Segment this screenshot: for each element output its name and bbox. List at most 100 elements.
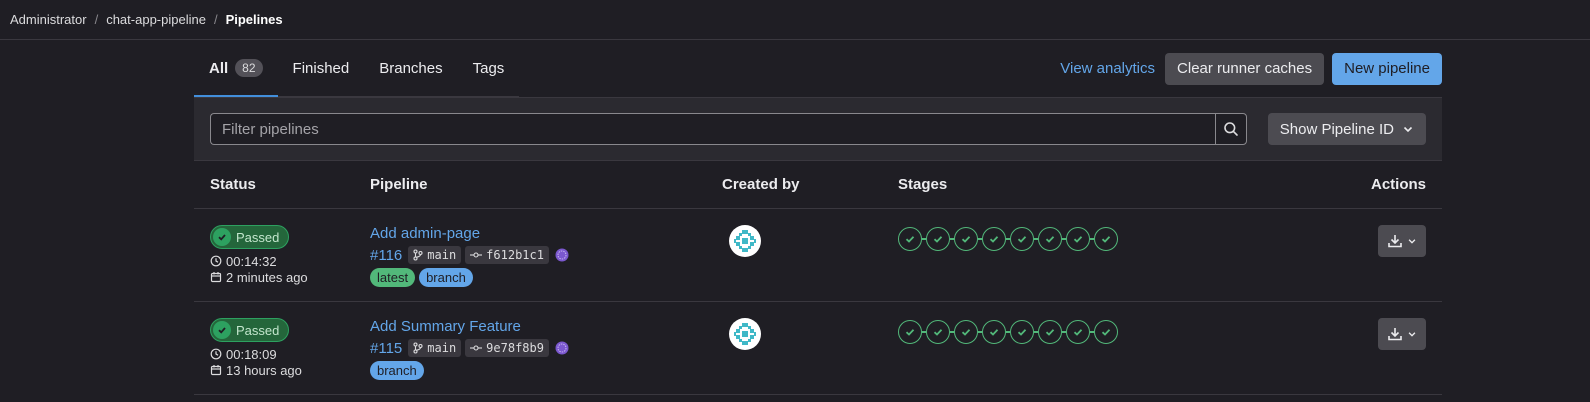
breadcrumb-item-current: Pipelines <box>225 12 283 27</box>
tab-finished[interactable]: Finished <box>278 40 365 96</box>
pipeline-cell: Add admin-page #116 main f612b1c1 latest… <box>370 209 722 301</box>
stage-passed-icon[interactable] <box>1038 320 1062 344</box>
breadcrumb-item-administrator[interactable]: Administrator <box>10 12 87 27</box>
filter-pipelines-input[interactable] <box>210 113 1215 145</box>
stage-passed-icon[interactable] <box>954 320 978 344</box>
column-header-actions: Actions <box>1370 176 1426 193</box>
branch-ref[interactable]: main <box>408 339 462 357</box>
stage-passed-icon[interactable] <box>1010 320 1034 344</box>
stages-cell <box>898 209 1442 301</box>
label-latest[interactable]: latest <box>370 268 416 287</box>
status-label: Passed <box>236 229 280 245</box>
pipeline-id-link[interactable]: #116 <box>370 247 402 264</box>
show-pipeline-id-dropdown[interactable]: Show Pipeline ID <box>1267 113 1426 145</box>
finished-time-value: 13 hours ago <box>226 362 302 378</box>
tab-all-count-badge: 82 <box>235 59 263 77</box>
check-icon <box>213 321 231 339</box>
stage-passed-icon[interactable] <box>1094 320 1118 344</box>
column-header-stages: Stages <box>898 176 948 193</box>
download-artifacts-dropdown[interactable] <box>1378 318 1426 350</box>
commit-ref[interactable]: 9e78f8b9 <box>465 339 549 357</box>
pipeline-title-link[interactable]: Add Summary Feature <box>370 318 722 336</box>
check-icon <box>213 228 231 246</box>
finished-time: 2 minutes ago <box>210 269 370 285</box>
stage-passed-icon[interactable] <box>898 320 922 344</box>
pipeline-meta: #116 main f612b1c1 <box>370 246 722 264</box>
commit-sha: f612b1c1 <box>486 248 544 262</box>
tab-branches[interactable]: Branches <box>364 40 457 96</box>
stage-passed-icon[interactable] <box>982 227 1006 251</box>
calendar-icon <box>210 272 222 283</box>
status-badge[interactable]: Passed <box>210 318 290 342</box>
column-header-status: Status <box>210 176 256 193</box>
pipeline-title-link[interactable]: Add admin-page <box>370 225 722 243</box>
filter-search <box>210 113 1247 145</box>
search-button[interactable] <box>1215 113 1247 145</box>
stage-passed-icon[interactable] <box>954 227 978 251</box>
tab-tags-label: Tags <box>472 59 505 77</box>
status-cell: Passed 00:14:32 2 minutes ago <box>194 209 370 301</box>
table-row: Passed 00:14:32 2 minutes ago Add admin-… <box>194 209 1442 302</box>
download-icon <box>1388 328 1402 341</box>
duration: 00:14:32 <box>210 253 370 269</box>
stage-passed-icon[interactable] <box>1038 227 1062 251</box>
created-by-cell <box>722 302 898 394</box>
tab-all[interactable]: All 82 <box>194 40 278 97</box>
pipeline-meta: #115 main 9e78f8b9 <box>370 339 722 357</box>
stage-passed-icon[interactable] <box>926 320 950 344</box>
stage-passed-icon[interactable] <box>982 320 1006 344</box>
stage-passed-icon[interactable] <box>926 227 950 251</box>
pipeline-tabs: All 82 Finished Branches Tags <box>194 40 520 97</box>
branch-name: main <box>427 248 457 262</box>
tabs-row: All 82 Finished Branches Tags View analy… <box>194 40 1442 97</box>
table-header: Status Pipeline Created by Stages Action… <box>194 161 1442 209</box>
duration-value: 00:14:32 <box>226 253 277 269</box>
download-artifacts-dropdown[interactable] <box>1378 225 1426 257</box>
pipelines-page: All 82 Finished Branches Tags View analy… <box>194 40 1442 395</box>
pipeline-labels: latest branch <box>370 268 722 287</box>
tab-tags[interactable]: Tags <box>458 40 520 96</box>
stage-passed-icon[interactable] <box>1066 227 1090 251</box>
new-pipeline-button[interactable]: New pipeline <box>1332 52 1442 85</box>
pipeline-cell: Add Summary Feature #115 main 9e78f8b9 b… <box>370 302 722 394</box>
filter-bar: Show Pipeline ID <box>194 97 1442 161</box>
avatar[interactable] <box>729 225 761 257</box>
user-identicon-icon <box>734 323 756 345</box>
finished-time: 13 hours ago <box>210 362 370 378</box>
status-badge[interactable]: Passed <box>210 225 290 249</box>
header-actions: View analytics Clear runner caches New p… <box>1060 52 1442 85</box>
chevron-down-icon <box>1403 126 1413 133</box>
download-icon <box>1388 235 1402 248</box>
label-branch[interactable]: branch <box>419 268 473 287</box>
branch-icon <box>413 342 423 354</box>
duration: 00:18:09 <box>210 346 370 362</box>
commit-ref[interactable]: f612b1c1 <box>465 246 549 264</box>
stages-cell <box>898 302 1442 394</box>
pipeline-id-link[interactable]: #115 <box>370 340 402 357</box>
commit-sha: 9e78f8b9 <box>486 341 544 355</box>
label-branch[interactable]: branch <box>370 361 424 380</box>
stage-passed-icon[interactable] <box>1066 320 1090 344</box>
commit-author-avatar[interactable] <box>555 341 569 355</box>
view-analytics-link[interactable]: View analytics <box>1060 60 1155 77</box>
branch-ref[interactable]: main <box>408 246 462 264</box>
pipeline-labels: branch <box>370 361 722 380</box>
clock-icon <box>210 348 222 360</box>
search-icon <box>1224 122 1238 136</box>
avatar[interactable] <box>729 318 761 350</box>
clock-icon <box>210 255 222 267</box>
duration-value: 00:18:09 <box>226 346 277 362</box>
commit-icon <box>470 252 483 258</box>
chevron-down-icon <box>1408 332 1416 337</box>
clear-runner-caches-button[interactable]: Clear runner caches <box>1165 52 1325 85</box>
branch-icon <box>413 249 423 261</box>
calendar-icon <box>210 365 222 376</box>
stages-pipeline <box>898 320 1442 344</box>
tab-all-label: All <box>209 59 229 77</box>
stage-passed-icon[interactable] <box>898 227 922 251</box>
breadcrumb-item-project[interactable]: chat-app-pipeline <box>106 12 206 27</box>
stage-passed-icon[interactable] <box>1010 227 1034 251</box>
commit-author-avatar[interactable] <box>555 248 569 262</box>
stage-passed-icon[interactable] <box>1094 227 1118 251</box>
finished-time-value: 2 minutes ago <box>226 269 308 285</box>
